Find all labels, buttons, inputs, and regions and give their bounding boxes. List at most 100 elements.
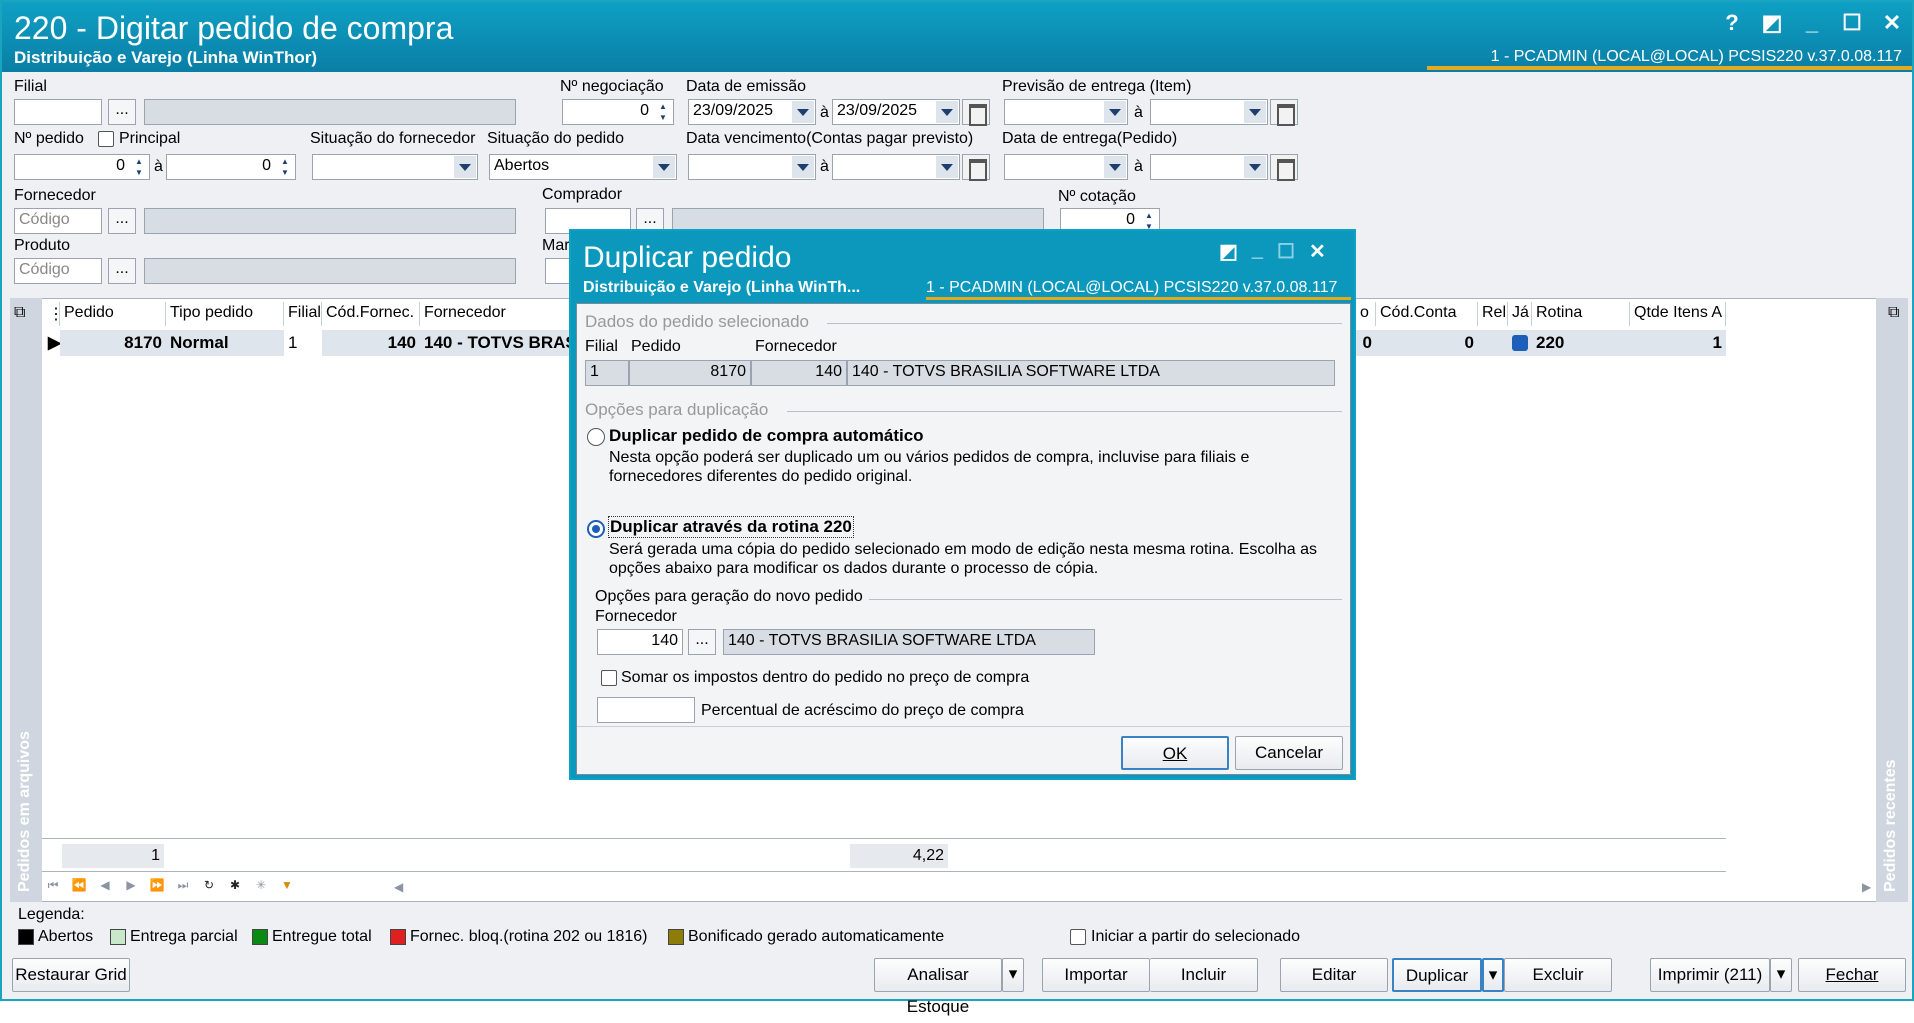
analisar-dropdown-icon[interactable]: ▾ bbox=[1002, 958, 1024, 992]
pin-panel-icon[interactable]: ⧉ bbox=[14, 304, 25, 322]
divider bbox=[577, 726, 1350, 727]
header-tipo[interactable]: Tipo pedido bbox=[166, 302, 284, 326]
entrega-from-date[interactable] bbox=[1004, 154, 1128, 180]
somar-impostos-checkbox[interactable] bbox=[601, 670, 617, 686]
last-record-icon[interactable]: ⏭ bbox=[172, 874, 194, 896]
radio-duplicar-rotina[interactable] bbox=[587, 520, 605, 538]
close-icon[interactable]: ✕ bbox=[1880, 10, 1904, 36]
importar-button[interactable]: Importar bbox=[1042, 958, 1150, 992]
scroll-right-icon[interactable]: ▶ bbox=[1862, 880, 1871, 894]
ok-button[interactable]: OK bbox=[1121, 736, 1229, 770]
editar-button[interactable]: Editar bbox=[1280, 958, 1388, 992]
collapse-icon[interactable]: ✳ bbox=[250, 874, 272, 896]
pedidos-arquivos-panel[interactable]: Pedidos em arquivos bbox=[10, 298, 42, 902]
prev-record-icon[interactable]: ◀ bbox=[94, 874, 116, 896]
filial-input[interactable] bbox=[14, 99, 102, 125]
refresh-icon[interactable]: ↻ bbox=[198, 874, 220, 896]
entrega-to-date[interactable] bbox=[1150, 154, 1268, 180]
principal-checkbox[interactable] bbox=[98, 131, 114, 147]
restore-layout-icon[interactable]: ◩ bbox=[1760, 10, 1784, 36]
vencimento-from-date[interactable] bbox=[688, 154, 816, 180]
emissao-label: Data de emissão bbox=[686, 78, 807, 95]
header-qtde-itens[interactable]: Qtde Itens A bbox=[1630, 302, 1726, 326]
header-rotina[interactable]: Rotina bbox=[1532, 302, 1630, 326]
excluir-button[interactable]: Excluir bbox=[1504, 958, 1612, 992]
header-cod-fornec[interactable]: Cód.Fornec. bbox=[322, 302, 420, 326]
duplicar-dropdown-icon[interactable]: ▾ bbox=[1482, 958, 1504, 992]
help-icon[interactable]: ? bbox=[1720, 10, 1744, 36]
negociacao-input[interactable]: 0 ▲ ▼ bbox=[562, 99, 674, 125]
pedidos-recentes-panel[interactable]: Pedidos recentes bbox=[1876, 298, 1908, 902]
scroll-left-icon[interactable]: ◀ bbox=[394, 880, 403, 894]
cancelar-button[interactable]: Cancelar bbox=[1235, 736, 1343, 770]
cell-cod-fornec[interactable]: 140 bbox=[322, 330, 420, 356]
pedido-from-input[interactable]: 0 ▲ ▼ bbox=[14, 154, 150, 180]
header-cod-conta[interactable]: Cód.Conta bbox=[1376, 302, 1478, 326]
filter-icon[interactable]: ▼ bbox=[276, 874, 298, 896]
emissao-from-date[interactable]: 23/09/2025 bbox=[688, 99, 816, 125]
expand-icon[interactable]: ✱ bbox=[224, 874, 246, 896]
cell-rel[interactable] bbox=[1478, 330, 1508, 356]
percentual-input[interactable] bbox=[597, 697, 695, 723]
cell-ja[interactable] bbox=[1508, 330, 1532, 356]
duplicar-button[interactable]: Duplicar bbox=[1392, 958, 1482, 992]
calendar-icon[interactable] bbox=[962, 99, 990, 126]
fechar-button[interactable]: Fechar bbox=[1798, 958, 1906, 992]
vencimento-to-date[interactable] bbox=[832, 154, 960, 180]
previsao-from-date[interactable] bbox=[1004, 99, 1128, 125]
next-page-icon[interactable]: ⏩ bbox=[146, 874, 168, 896]
cell-tipo[interactable]: Normal bbox=[166, 330, 284, 356]
close-icon[interactable]: ✕ bbox=[1309, 239, 1326, 264]
header-rel[interactable]: Rel bbox=[1478, 302, 1508, 326]
produto-code-input[interactable]: Código bbox=[14, 258, 102, 284]
pin-panel-icon[interactable]: ⧉ bbox=[1888, 304, 1899, 322]
fornecedor-code-input[interactable]: Código bbox=[14, 208, 102, 234]
first-record-icon[interactable]: ⏮ bbox=[42, 874, 64, 896]
emissao-to-date[interactable]: 23/09/2025 bbox=[832, 99, 960, 125]
sit-pedido-select[interactable]: Abertos bbox=[489, 154, 677, 180]
radio-duplicar-automatico[interactable] bbox=[587, 428, 605, 446]
imprimir-button[interactable]: Imprimir (211) bbox=[1650, 958, 1770, 992]
imprimir-dropdown-icon[interactable]: ▾ bbox=[1770, 958, 1792, 992]
maximize-icon[interactable]: ☐ bbox=[1840, 10, 1864, 36]
restaurar-grid-button[interactable]: Restaurar Grid bbox=[12, 958, 130, 992]
header-pedido[interactable]: Pedido bbox=[60, 302, 166, 326]
fornecedor-label: Fornecedor bbox=[14, 187, 96, 204]
cell-pedido[interactable]: 8170 bbox=[60, 330, 166, 356]
pedido-to-input[interactable]: 0 ▲ ▼ bbox=[166, 154, 296, 180]
header-o[interactable]: o bbox=[1356, 302, 1376, 326]
header-fornecedor[interactable]: Fornecedor bbox=[420, 302, 570, 326]
calendar-icon[interactable] bbox=[1270, 99, 1298, 126]
produto-search-button[interactable]: ... bbox=[108, 258, 136, 284]
calendar-icon[interactable] bbox=[962, 154, 990, 181]
restore-layout-icon[interactable]: ◩ bbox=[1219, 239, 1238, 264]
cell-fornecedor[interactable]: 140 - TOTVS BRASI bbox=[420, 330, 581, 356]
opt1-desc-1: Nesta opção poderá ser duplicado um ou v… bbox=[609, 449, 1250, 466]
incluir-button[interactable]: Incluir bbox=[1150, 958, 1258, 992]
opt2-title[interactable]: Duplicar através da rotina 220 bbox=[608, 516, 854, 538]
cell-filial[interactable]: 1 bbox=[284, 330, 322, 356]
sit-fornecedor-select[interactable] bbox=[312, 154, 478, 180]
filial-search-button[interactable]: ... bbox=[108, 99, 136, 125]
opt1-title[interactable]: Duplicar pedido de compra automático bbox=[609, 426, 924, 446]
cell-rotina[interactable]: 220 bbox=[1532, 330, 1630, 356]
header-filial[interactable]: Filial bbox=[284, 302, 322, 326]
cell-qtde-itens[interactable]: 1 bbox=[1630, 330, 1726, 356]
analisar-estoque-button[interactable]: Analisar Estoque bbox=[874, 958, 1002, 1016]
novo-fornecedor-search-button[interactable]: ... bbox=[688, 629, 716, 655]
cell-o[interactable]: 0 bbox=[1356, 330, 1376, 356]
cell-cod-conta[interactable]: 0 bbox=[1376, 330, 1478, 356]
vencimento-label: Data vencimento(Contas pagar previsto) bbox=[686, 130, 974, 147]
calendar-icon[interactable] bbox=[1270, 154, 1298, 181]
minimize-icon[interactable]: _ bbox=[1252, 239, 1263, 264]
next-record-icon[interactable]: ▶ bbox=[120, 874, 142, 896]
minimize-icon[interactable]: _ bbox=[1800, 10, 1824, 36]
novo-fornecedor-code-input[interactable]: 140 bbox=[597, 629, 683, 655]
prev-page-icon[interactable]: ⏪ bbox=[68, 874, 90, 896]
maximize-icon[interactable]: ☐ bbox=[1277, 239, 1295, 264]
iniciar-checkbox[interactable] bbox=[1070, 929, 1086, 945]
fornecedor-search-button[interactable]: ... bbox=[108, 208, 136, 234]
column-chooser-icon[interactable]: ⋮ bbox=[44, 302, 64, 326]
previsao-to-date[interactable] bbox=[1150, 99, 1268, 125]
header-ja[interactable]: Já bbox=[1508, 302, 1532, 326]
